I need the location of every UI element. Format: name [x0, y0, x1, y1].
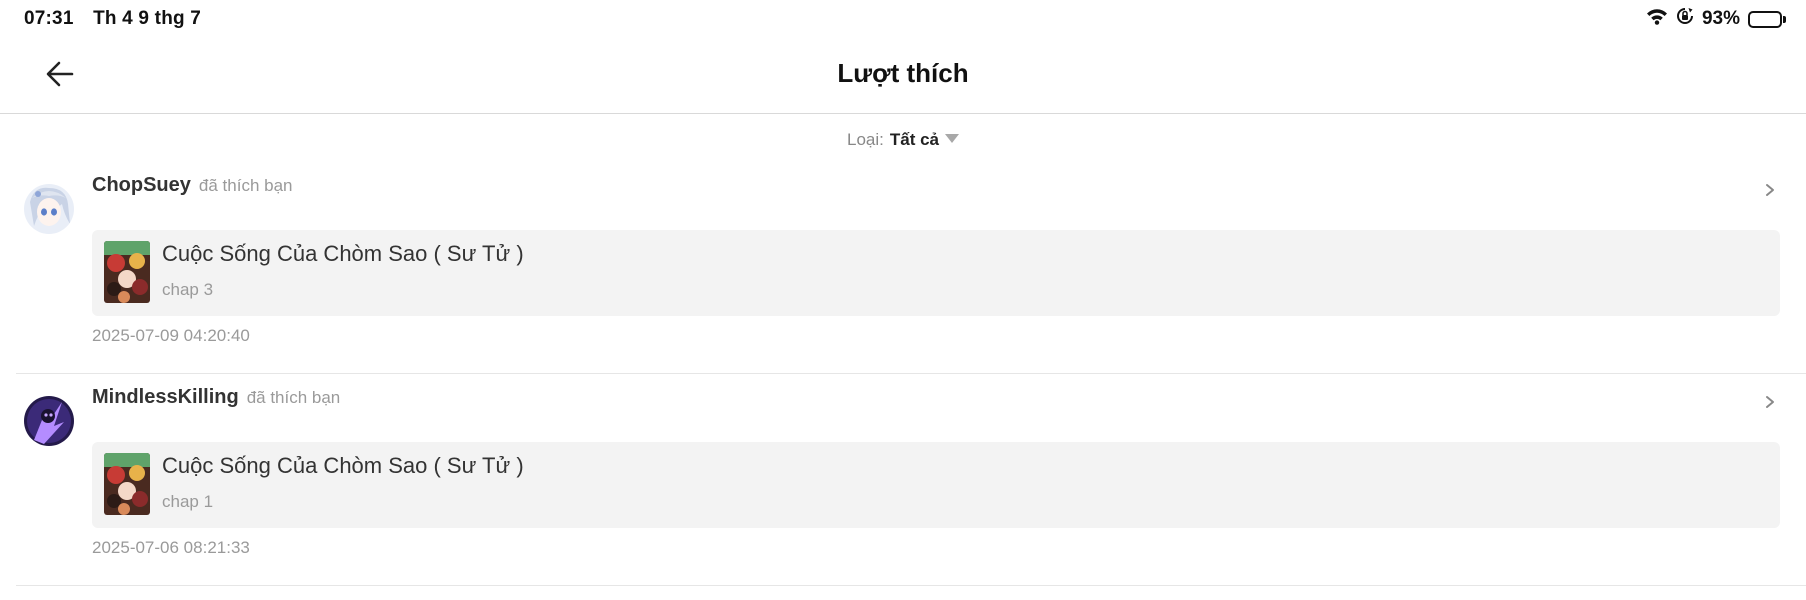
chevron-right-icon[interactable] [1758, 178, 1782, 202]
story-title: Cuộc Sống Của Chòm Sao ( Sư Tử ) [162, 241, 524, 266]
filter-value[interactable]: Tất cả [890, 130, 939, 149]
user-name[interactable]: ChopSuey [92, 174, 191, 196]
status-left: 07:31 Th 4 9 thg 7 [24, 8, 201, 30]
user-row: ChopSuey đã thích bạn [92, 174, 292, 197]
user-row: MindlessKilling đã thích bạn [92, 386, 340, 409]
nav-bar: Lượt thích [0, 36, 1806, 114]
status-time: 07:31 [24, 8, 74, 29]
orientation-lock-icon [1676, 7, 1694, 31]
story-card[interactable]: Cuộc Sống Của Chòm Sao ( Sư Tử ) chap 1 [92, 442, 1780, 528]
avatar[interactable] [24, 396, 74, 446]
story-thumbnail [104, 241, 150, 303]
filter-label: Loại: [846, 130, 884, 149]
status-bar: 07:31 Th 4 9 thg 7 93% [0, 0, 1806, 36]
timestamp: 2025-07-09 04:20:40 [92, 326, 250, 345]
action-text: đã thích bạn [198, 176, 293, 195]
action-text: đã thích bạn [246, 388, 341, 407]
timestamp: 2025-07-06 08:21:33 [92, 538, 250, 557]
chapter-label: chap 1 [162, 492, 214, 511]
story-card[interactable]: Cuộc Sống Của Chòm Sao ( Sư Tử ) chap 3 [92, 230, 1780, 316]
page-title: Lượt thích [837, 58, 969, 88]
user-name[interactable]: MindlessKilling [92, 386, 239, 408]
status-right: 93% [1646, 7, 1786, 31]
chapter-label: chap 3 [162, 280, 214, 299]
like-notification[interactable]: ChopSuey đã thích bạn Cuộc Sống Của Chòm … [16, 162, 1806, 374]
chevron-right-icon[interactable] [1758, 390, 1782, 414]
story-thumbnail [104, 453, 150, 515]
status-date: Th 4 9 thg 7 [93, 8, 202, 29]
type-filter[interactable]: Loại: Tất cả [0, 130, 1806, 150]
battery-icon [1748, 10, 1786, 28]
like-notification[interactable]: MindlessKilling đã thích bạn Cuộc Sống Củ… [16, 374, 1806, 586]
wifi-icon [1646, 7, 1668, 31]
avatar[interactable] [24, 184, 74, 234]
caret-down-icon[interactable] [945, 134, 959, 143]
story-title: Cuộc Sống Của Chòm Sao ( Sư Tử ) [162, 453, 524, 478]
battery-percent: 93% [1701, 8, 1740, 29]
